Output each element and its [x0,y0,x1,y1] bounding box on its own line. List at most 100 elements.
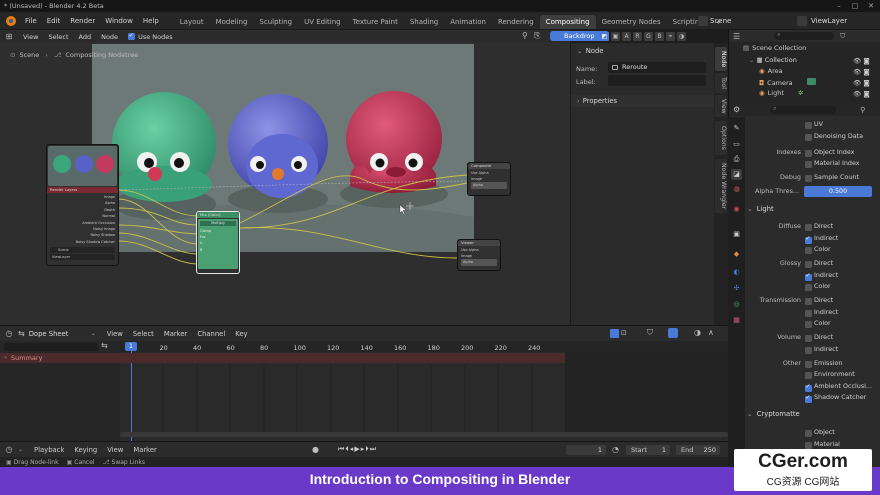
physics-tab-icon[interactable]: ◐ [731,267,742,278]
outliner-light[interactable]: ◉ Light ✲ [759,89,803,97]
denoising-data-row[interactable]: Denoising Data [729,132,880,143]
pin-icon[interactable]: ⚲ [522,31,528,40]
maximize-icon[interactable]: □ [848,0,862,12]
composite-node[interactable]: Composite Use Alpha Image Alpha [467,162,511,196]
tab-rendering[interactable]: Rendering [492,15,540,29]
alpha-threshold-row[interactable]: Alpha Thres... 0.500 [729,186,880,198]
filter-icon[interactable]: ⛉ [647,328,653,338]
environment-row[interactable]: Environment [729,370,880,381]
show-hidden-icon[interactable]: ⊡ [621,329,627,337]
diffuse-color-row[interactable]: Color [729,245,880,256]
tool-tab-icon[interactable]: ✎ [731,123,742,134]
checkbox-icon[interactable] [805,361,812,368]
channel-green-icon[interactable]: G [644,32,653,41]
glossy-indirect-row[interactable]: Indirect [729,271,880,282]
clock-icon[interactable]: ◔ [612,445,619,454]
properties-search-field[interactable]: ⌕ [770,105,837,114]
eye-icon[interactable]: 👁 ◙ [853,89,870,100]
render-tab-icon[interactable]: ▭ [731,139,742,150]
view-layer-icon[interactable] [797,16,807,26]
editor-type-icon[interactable]: ◷ [0,445,18,454]
checkbox-icon[interactable] [805,235,812,244]
tab-view[interactable]: View [715,95,727,117]
checkbox-icon[interactable] [805,161,812,168]
checkbox-icon[interactable] [805,383,812,392]
filter-icon[interactable]: ⛉ [840,32,845,41]
checkbox-icon[interactable] [805,372,812,379]
tab-options[interactable]: Options [715,121,727,155]
current-frame-field[interactable]: 1 [566,445,606,455]
menu-playback[interactable]: Playback [29,446,69,454]
node-name-field[interactable]: Reroute [608,62,706,73]
checkbox-icon[interactable] [805,321,812,328]
checkbox-icon[interactable] [805,134,812,141]
tab-compositing[interactable]: Compositing [539,14,596,29]
checkbox-icon[interactable] [805,310,812,317]
record-icon[interactable]: ● [312,445,319,454]
tab-shading[interactable]: Shading [404,15,444,29]
dopesheet-mode-select[interactable]: Dope Sheet [29,330,91,338]
glossy-direct-row[interactable]: Glossy Direct [729,259,880,270]
menu-view[interactable]: View [102,446,128,454]
node-editor-canvas[interactable]: ⊙ Scene › ⎇ Compositing Nodetree Render … [0,43,570,325]
transmission-indirect-row[interactable]: Indirect [729,308,880,319]
menu-help[interactable]: Help [138,12,164,30]
uv-row[interactable]: UV [729,120,880,131]
render-layers-node[interactable]: Render Layers Image Alpha Depth Normal A… [46,144,119,266]
alpha-threshold-slider[interactable]: 0.500 [804,186,872,197]
light-section-header[interactable]: ⌄ Light [747,205,880,217]
scene-selector[interactable]: Scene [710,12,731,30]
world-tab-icon[interactable]: ◉ [731,204,742,215]
glossy-color-row[interactable]: Color [729,282,880,293]
view-layer-selector[interactable]: ViewLayer [811,12,847,30]
channel-rgb-icon[interactable]: ▣ [611,32,620,41]
checkbox-icon[interactable] [805,347,812,354]
checkbox-icon[interactable] [805,122,812,129]
tab-geometry-nodes[interactable]: Geometry Nodes [596,15,667,29]
object-index-row[interactable]: Indexes Object Index [729,148,880,159]
tab-uv-editing[interactable]: UV Editing [298,15,347,29]
checkbox-icon[interactable] [805,150,812,157]
checkbox-icon[interactable] [805,442,812,449]
frame-ruler[interactable] [120,341,728,352]
material-index-row[interactable]: Material Index [729,159,880,170]
properties-section-header[interactable]: › Properties [571,95,715,107]
render-layers-layer-field[interactable]: ViewLayer [50,254,115,261]
blender-logo-icon[interactable] [6,15,16,26]
data-tab-icon[interactable]: ◎ [731,299,742,310]
transmission-color-row[interactable]: Color [729,319,880,330]
checkbox-icon[interactable] [805,261,812,268]
sample-count-row[interactable]: Debug Sample Count [729,173,880,184]
constraints-tab-icon[interactable]: ✣ [731,283,742,294]
menu-view[interactable]: View [102,330,128,338]
checkbox-icon[interactable] [805,298,812,305]
overlay-icon[interactable]: ◑ [677,32,686,41]
composite-input-alpha[interactable]: Alpha [471,182,507,189]
eye-icon[interactable]: 👁 ◙ [853,67,870,78]
volume-direct-row[interactable]: Volume Direct [729,333,880,344]
menu-render[interactable]: Render [65,12,100,30]
output-noisy-shadow-catcher[interactable]: Noisy Shadow Catcher [50,239,115,245]
mix-mode-select[interactable]: Multiply [200,221,236,226]
mix-node-header[interactable]: Mix (Color) [197,212,239,218]
ambient-occlusion-row[interactable]: Ambient Occlusi... [729,382,880,393]
checkbox-icon[interactable] [805,224,812,231]
properties-type-icon[interactable]: ⚙ [733,105,740,114]
checkbox-icon[interactable] [805,284,812,291]
viewer-input-alpha[interactable]: Alpha [461,259,497,266]
only-selected-icon[interactable] [610,329,619,338]
menu-file[interactable]: File [20,12,42,30]
tab-animation[interactable]: Animation [444,15,492,29]
menu-node[interactable]: Node [96,33,123,41]
collection-tab-icon[interactable]: ▣ [731,229,742,240]
menu-marker[interactable]: Marker [128,446,162,454]
tab-texture-paint[interactable]: Texture Paint [347,15,404,29]
checkbox-icon[interactable] [805,175,812,182]
snap-icon[interactable] [668,328,678,338]
menu-key[interactable]: Key [230,330,252,338]
transmission-direct-row[interactable]: Transmission Direct [729,296,880,307]
playback-controls[interactable]: ⏮⏴◂▶▸⏵⏭ [338,445,377,454]
node-tree-icon[interactable]: ⎘ [534,31,540,41]
swap-icon[interactable]: ⇆ [101,341,108,350]
volume-indirect-row[interactable]: Indirect [729,345,880,356]
